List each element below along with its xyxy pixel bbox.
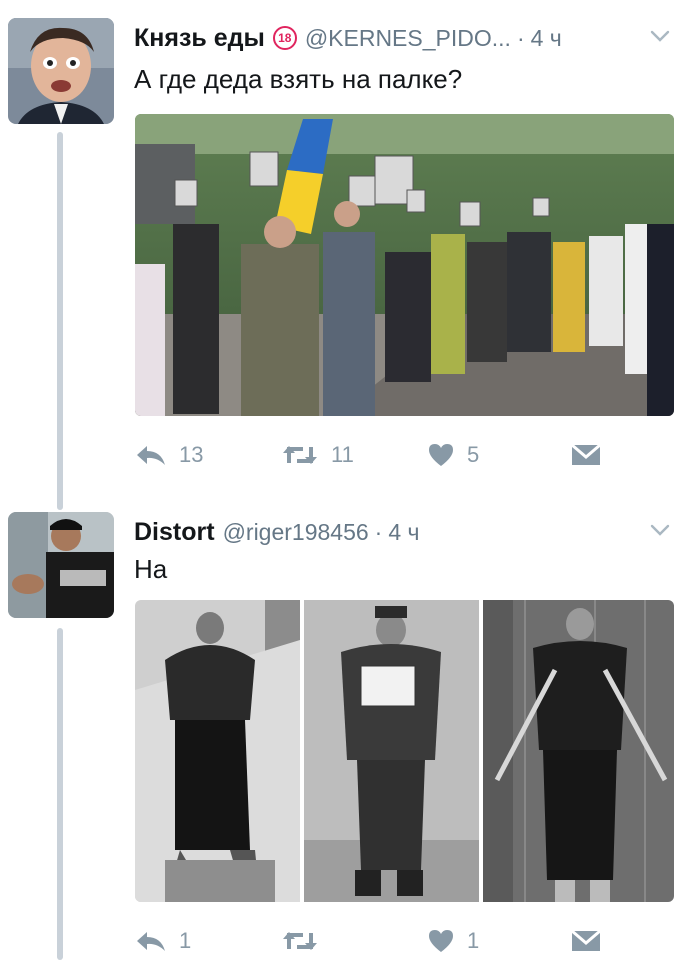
separator: · <box>516 24 525 51</box>
author-handle[interactable]: @riger198456 <box>223 519 369 546</box>
like-button[interactable]: 1 <box>427 924 479 958</box>
reply-arrow-icon <box>137 932 165 951</box>
tweet-photo[interactable] <box>135 600 674 902</box>
envelope-icon <box>571 443 601 465</box>
reply-count: 13 <box>179 442 204 467</box>
like-count: 1 <box>467 928 480 953</box>
retweet-icon <box>283 446 317 464</box>
heart-icon <box>429 444 453 466</box>
reply-count: 1 <box>179 928 192 953</box>
avatar[interactable] <box>8 18 114 124</box>
author-name[interactable]: Distort <box>134 518 215 547</box>
tweet-actions: 1 1 <box>135 924 605 958</box>
tweet-2[interactable]: Distort @riger198456 · 4 ч На 1 1 <box>0 512 678 960</box>
timestamp[interactable]: 4 ч <box>531 25 562 52</box>
avatar[interactable] <box>8 512 114 618</box>
chevron-down-icon[interactable] <box>648 518 672 542</box>
dm-button[interactable] <box>571 438 601 472</box>
timestamp[interactable]: 4 ч <box>388 519 419 546</box>
tweet-photo[interactable] <box>135 114 674 416</box>
chevron-down-icon[interactable] <box>648 24 672 48</box>
tweet-header: Князь еды 18 @KERNES_PIDO... · 4 ч <box>134 18 664 58</box>
retweet-button[interactable] <box>281 924 331 958</box>
reply-arrow-icon <box>137 446 165 465</box>
tweet-1[interactable]: Князь еды 18 @KERNES_PIDO... · 4 ч А где… <box>0 18 678 488</box>
tweet-actions: 13 11 5 <box>135 438 605 472</box>
tweet-text: На <box>134 554 168 584</box>
tweet-header: Distort @riger198456 · 4 ч <box>134 512 664 552</box>
author-name[interactable]: Князь еды <box>134 24 265 53</box>
retweet-button[interactable]: 11 <box>281 438 354 472</box>
age-18-badge-icon: 18 <box>272 26 297 50</box>
separator: · <box>374 518 383 545</box>
like-count: 5 <box>467 442 480 467</box>
retweet-count: 11 <box>331 442 354 467</box>
retweet-icon <box>283 932 317 950</box>
dm-button[interactable] <box>571 924 601 958</box>
reply-button[interactable]: 1 <box>135 924 191 958</box>
envelope-icon <box>571 929 601 951</box>
tweet-text: А где деда взять на палке? <box>134 64 463 94</box>
author-handle[interactable]: @KERNES_PIDO... <box>305 25 511 52</box>
like-button[interactable]: 5 <box>427 438 479 472</box>
heart-icon <box>429 930 453 952</box>
reply-button[interactable]: 13 <box>135 438 203 472</box>
timeline: Князь еды 18 @KERNES_PIDO... · 4 ч А где… <box>0 0 678 960</box>
